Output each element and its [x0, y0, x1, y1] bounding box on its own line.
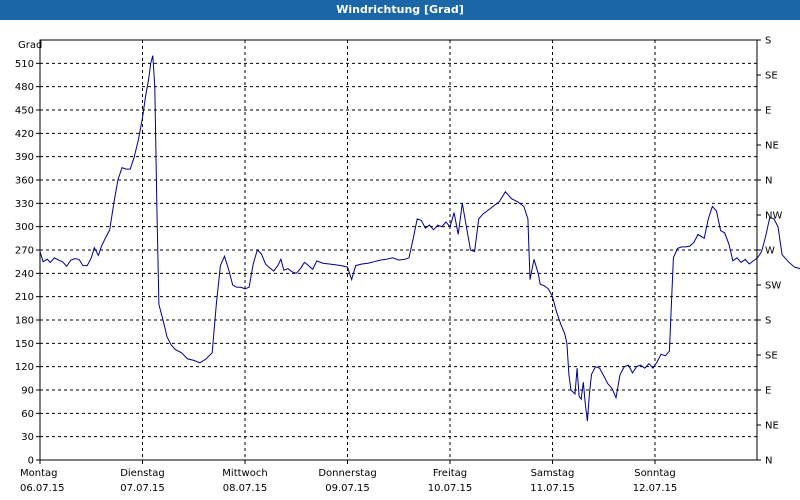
right-axis-label: NE: [765, 141, 779, 152]
right-axis-label: SW: [765, 281, 781, 292]
y-tick-label: 300: [15, 222, 34, 233]
y-tick-label: 360: [15, 176, 34, 187]
y-tick-label: 30: [21, 432, 34, 443]
y-tick-label: 420: [15, 129, 34, 140]
y-tick-label: 390: [15, 152, 34, 163]
x-date-label: 09.07.15: [325, 483, 370, 494]
chart-title: Windrichtung [Grad]: [0, 0, 800, 20]
x-date-label: 11.07.15: [530, 483, 575, 494]
y-tick-label: 120: [15, 362, 34, 373]
x-date-label: 10.07.15: [428, 483, 473, 494]
y-axis-label: Grad: [18, 40, 42, 51]
x-date-label: 12.07.15: [633, 483, 678, 494]
y-tick-label: 90: [21, 386, 34, 397]
x-day-label: Dienstag: [120, 468, 165, 479]
y-tick-label: 210: [15, 292, 34, 303]
x-day-label: Mittwoch: [222, 468, 267, 479]
y-tick-label: 150: [15, 339, 34, 350]
right-axis-label: W: [765, 246, 775, 257]
x-date-label: 07.07.15: [120, 483, 165, 494]
y-tick-label: 60: [21, 409, 34, 420]
right-axis-label: E: [765, 386, 771, 397]
x-day-label: Samstag: [531, 468, 575, 479]
x-day-label: Freitag: [433, 468, 467, 479]
wind-direction-chart: 0 30 60 90 120 150 180 210 240 270 300 330 360 390 420…: [15, 36, 800, 494]
right-axis-label: N: [765, 176, 772, 187]
x-date-label: 06.07.15: [20, 483, 65, 494]
x-day-label: Donnerstag: [318, 468, 376, 479]
y-tick-label: 0: [28, 456, 34, 467]
y-tick-label: 480: [15, 82, 34, 93]
x-day-label: Sonntag: [634, 468, 676, 479]
y-tick-label: 330: [15, 199, 34, 210]
right-axis-label: NW: [765, 211, 782, 222]
right-axis-label: E: [765, 106, 771, 117]
y-tick-label: 450: [15, 106, 34, 117]
right-axis-label: N: [765, 456, 772, 467]
right-axis-label: S: [765, 316, 771, 327]
y-tick-label: 510: [15, 59, 34, 70]
y-tick-label: 240: [15, 269, 34, 280]
right-axis-label: S: [765, 36, 771, 47]
right-axis-label: SE: [765, 351, 778, 362]
right-axis-label: NE: [765, 421, 779, 432]
plot-area: [40, 40, 757, 460]
right-axis-label: SE: [765, 71, 778, 82]
y-tick-label: 270: [15, 246, 34, 257]
x-date-label: 08.07.15: [223, 483, 268, 494]
y-tick-label: 180: [15, 316, 34, 327]
x-day-label: Montag: [20, 468, 57, 479]
